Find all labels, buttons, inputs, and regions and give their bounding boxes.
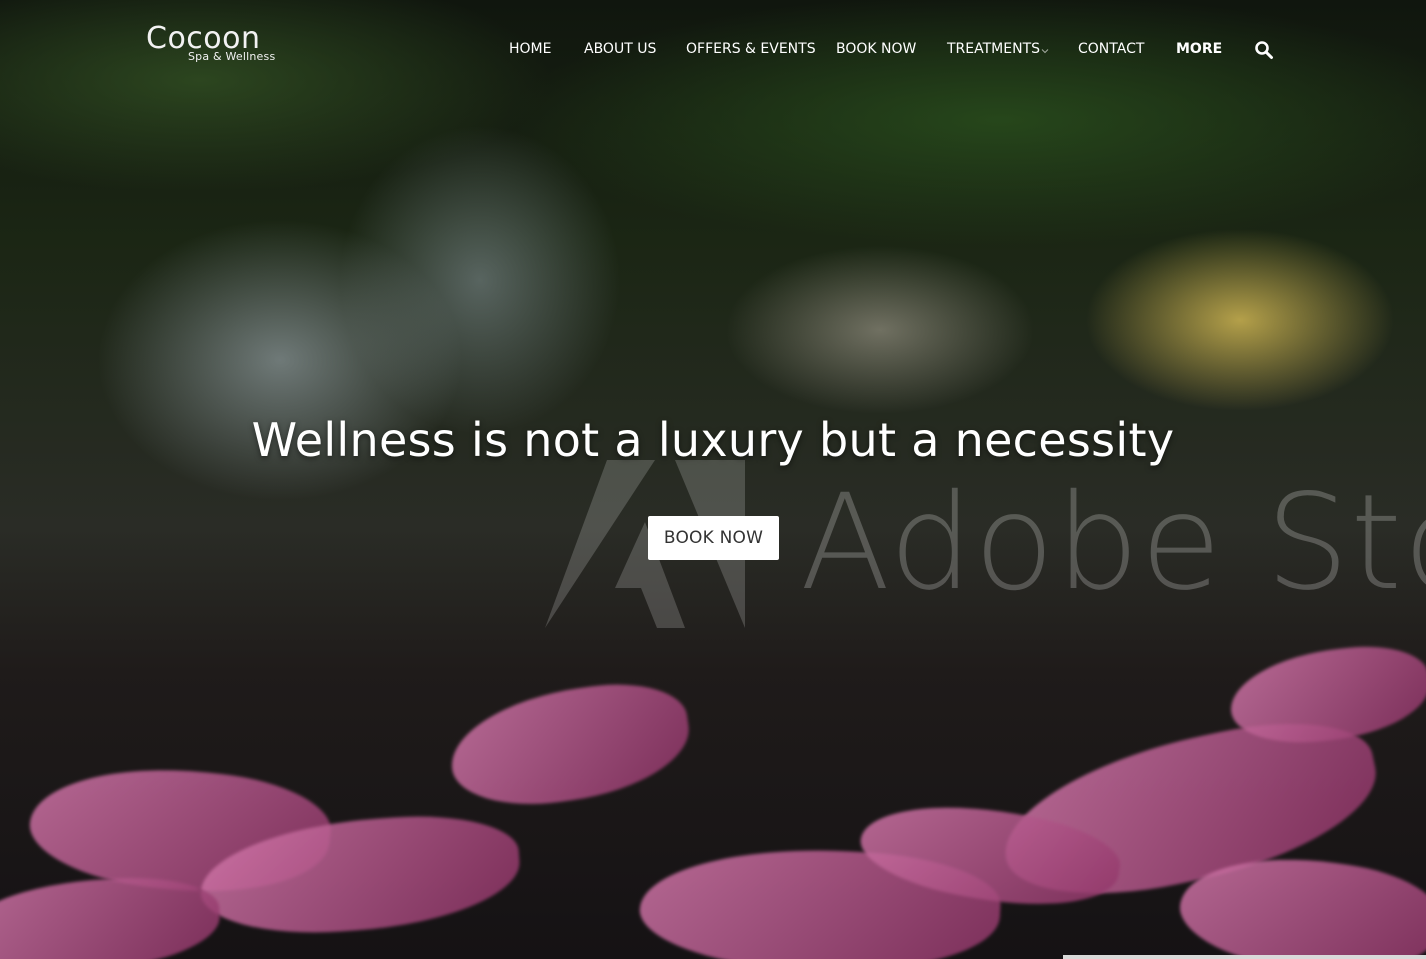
petal-decoration xyxy=(0,873,223,959)
nav-item-book-now[interactable]: BOOK NOW xyxy=(836,38,916,60)
book-now-button[interactable]: BOOK NOW xyxy=(648,516,779,560)
petal-decoration xyxy=(1225,639,1426,751)
hero-section: Adobe Stock Cocoon Spa & Wellness HOME A… xyxy=(0,0,1426,959)
petal-decoration xyxy=(443,673,697,817)
nav-item-offers-events[interactable]: OFFERS & EVENTS xyxy=(686,38,816,60)
watermark-text: Adobe Stock xyxy=(800,468,1426,618)
top-navigation-bar: Cocoon Spa & Wellness HOME ABOUT US OFFE… xyxy=(0,0,1426,100)
main-nav: HOME ABOUT US OFFERS & EVENTS BOOK NOW T… xyxy=(0,38,1426,60)
nav-item-more[interactable]: MORE xyxy=(1176,38,1222,60)
hero-headline: Wellness is not a luxury but a necessity xyxy=(251,413,1175,467)
nav-item-home[interactable]: HOME xyxy=(509,38,551,60)
bottom-divider xyxy=(1063,955,1426,959)
nav-item-treatments[interactable]: TREATMENTS xyxy=(947,38,1040,60)
search-icon[interactable] xyxy=(1254,40,1274,60)
nav-item-about-us[interactable]: ABOUT US xyxy=(584,38,656,60)
chevron-down-icon xyxy=(1041,49,1049,54)
nav-item-contact[interactable]: CONTACT xyxy=(1078,38,1144,60)
